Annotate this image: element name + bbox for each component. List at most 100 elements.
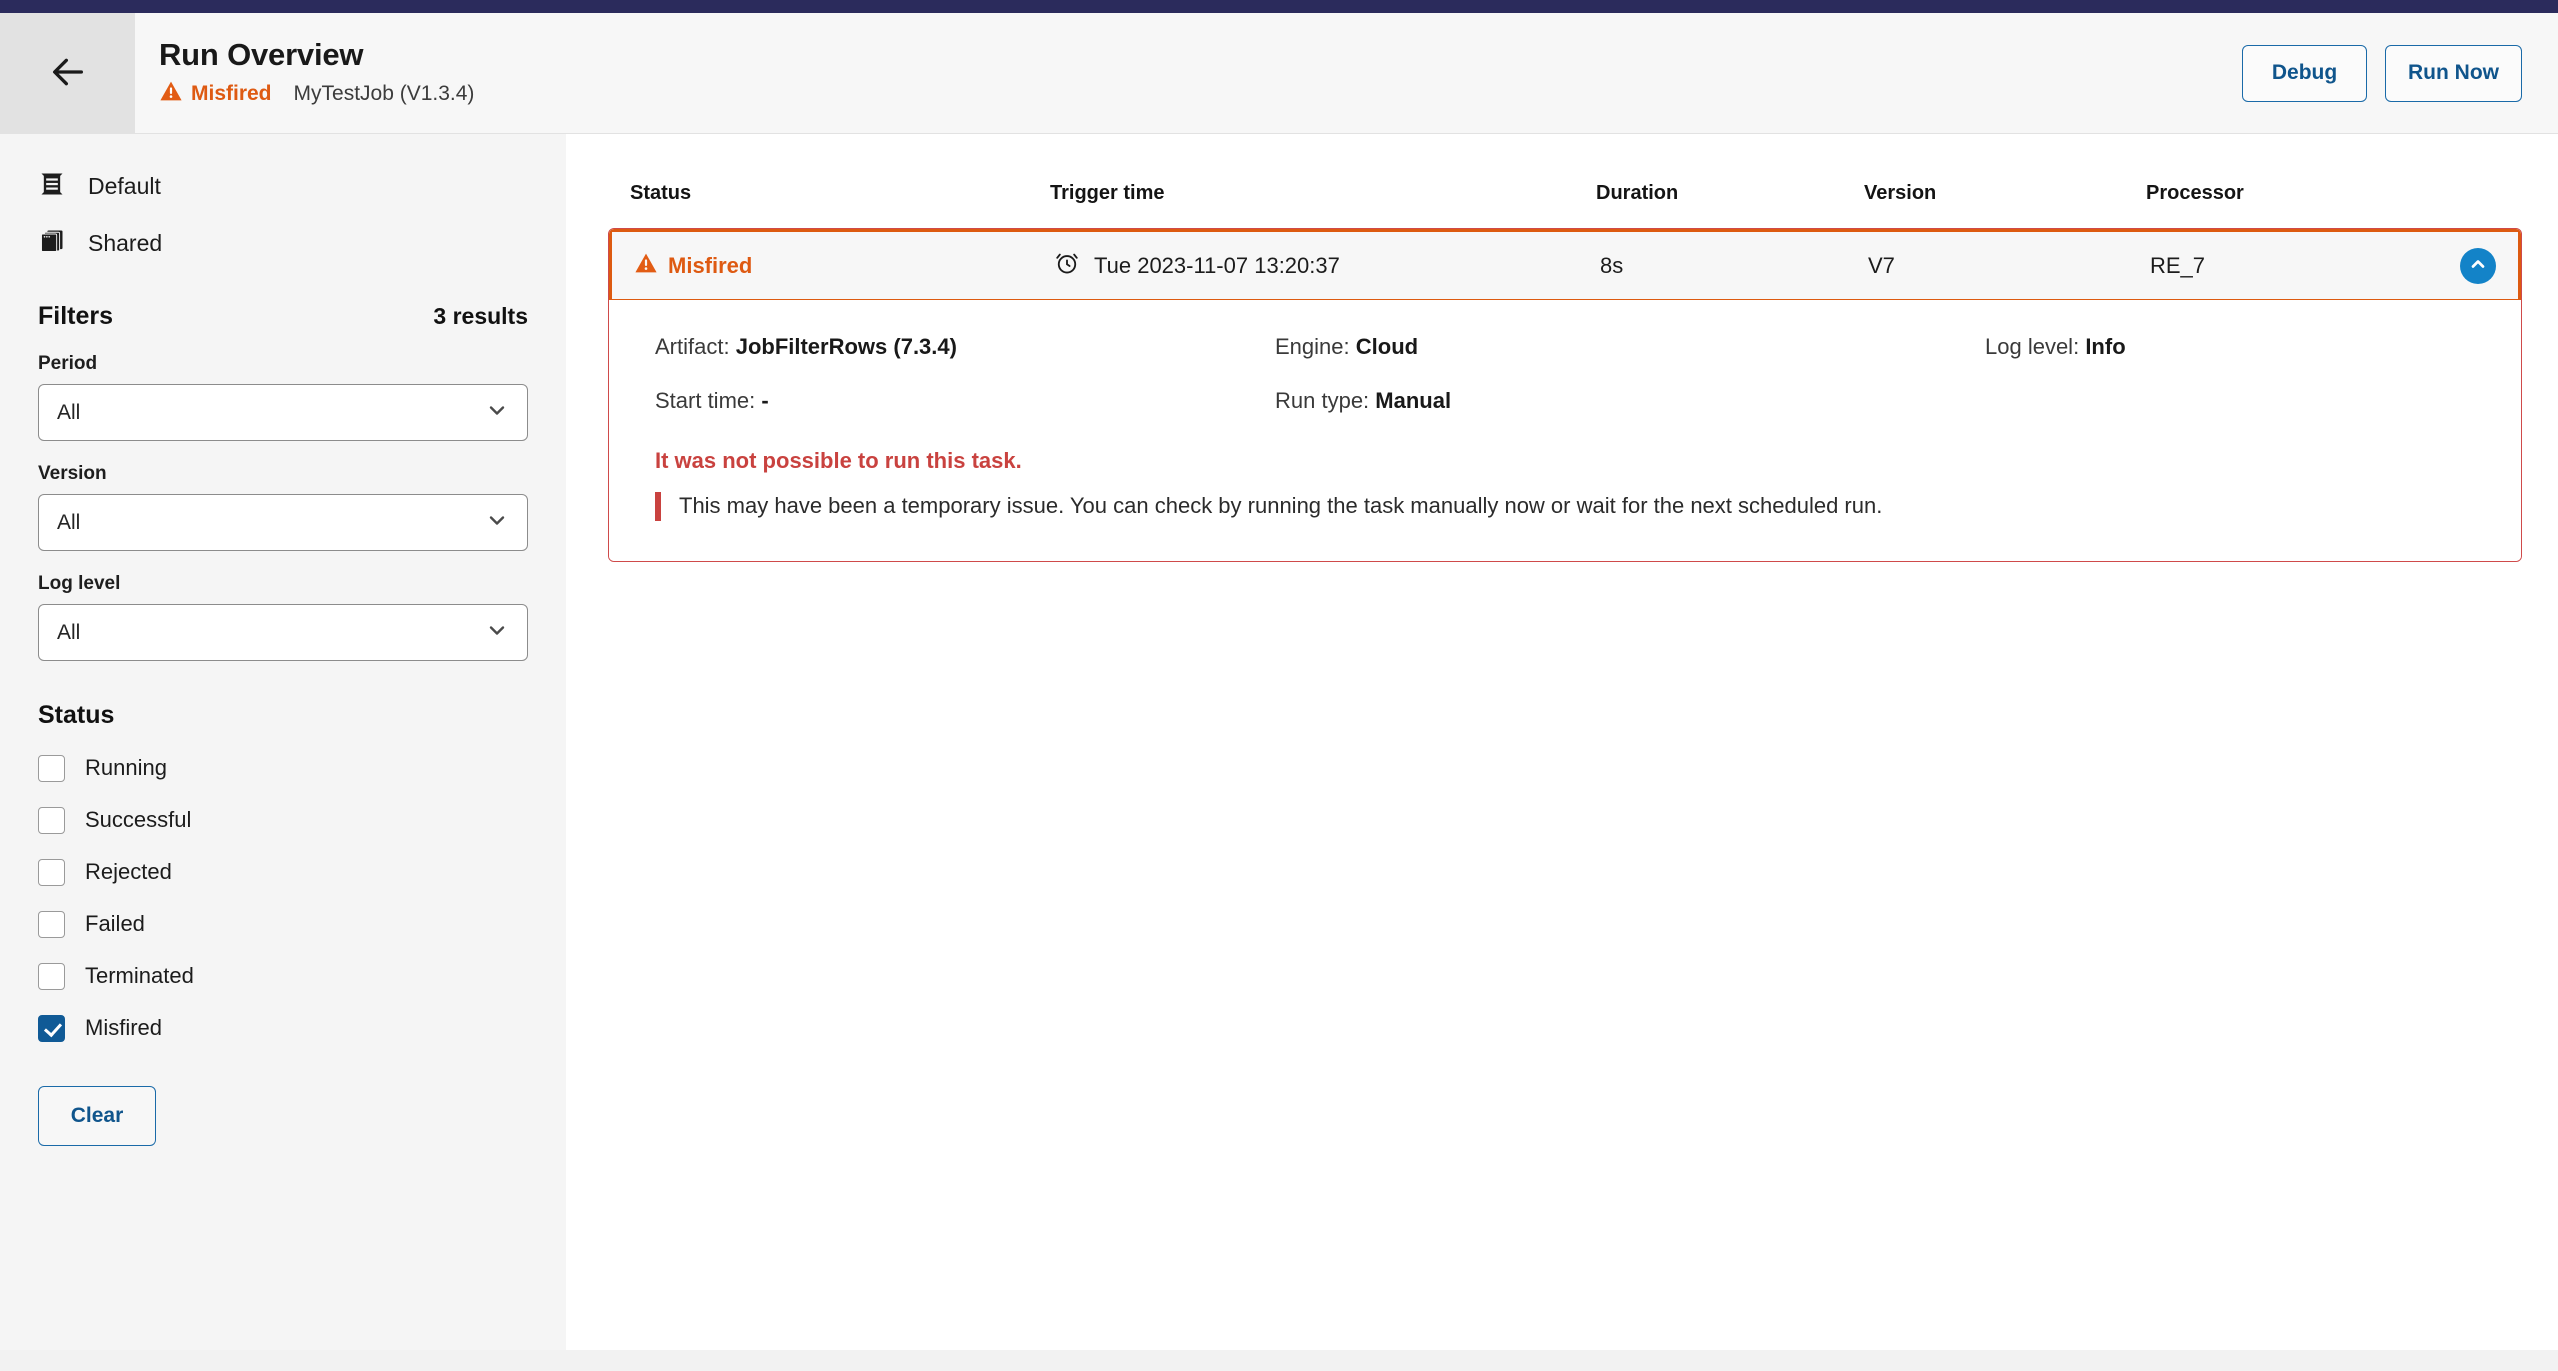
filter-version-select[interactable]: All <box>38 494 528 551</box>
column-header-version: Version <box>1864 181 1937 204</box>
checkbox-icon <box>38 962 65 990</box>
warning-triangle-icon <box>634 251 658 281</box>
sidebar-item-default[interactable]: Default <box>38 158 528 215</box>
status-checkbox-rejected-label: Rejected <box>85 859 172 884</box>
chevron-down-icon <box>485 398 509 427</box>
main-content: Status Trigger time Duration Version Pro… <box>566 134 2558 1350</box>
filter-log-level-label: Log level <box>38 573 121 594</box>
footer-strip <box>0 1350 2558 1371</box>
checkbox-icon <box>38 806 65 834</box>
clear-filters-button[interactable]: Clear <box>38 1086 156 1146</box>
row-version: V7 <box>1868 252 1895 278</box>
detail-run-type-value: Manual <box>1375 388 1452 413</box>
header-status-label: Misfired <box>191 82 272 106</box>
run-detail-meta-grid: Artifact: JobFilterRows (7.3.4) Engine: … <box>655 334 2475 414</box>
status-checkbox-failed[interactable]: Failed <box>38 898 528 950</box>
checkbox-icon <box>38 754 65 782</box>
status-checkbox-misfired[interactable]: Misfired <box>38 1002 528 1054</box>
status-checkbox-failed-label: Failed <box>85 911 145 936</box>
filters-title: Filters <box>38 302 114 330</box>
error-body: This may have been a temporary issue. Yo… <box>655 492 2475 521</box>
filter-period: Period All <box>38 353 528 441</box>
checkbox-checked-icon <box>38 1014 65 1042</box>
detail-engine: Engine: Cloud <box>1275 334 1985 360</box>
row-trigger-time-label: Tue 2023-11-07 13:20:37 <box>1094 252 1340 278</box>
filter-log-level-value: All <box>57 620 81 644</box>
chevron-up-icon <box>2468 254 2488 277</box>
detail-artifact-value: JobFilterRows (7.3.4) <box>735 334 957 359</box>
filter-version: Version All <box>38 463 528 551</box>
status-checkbox-rejected[interactable]: Rejected <box>38 846 528 898</box>
run-now-button[interactable]: Run Now <box>2385 44 2522 102</box>
filters-header: Filters 3 results <box>38 302 528 331</box>
status-filter-title: Status <box>38 701 115 729</box>
row-trigger-time: Tue 2023-11-07 13:20:37 <box>1054 250 1600 282</box>
table-header-row: Status Trigger time Duration Version Pro… <box>608 158 2522 228</box>
header-status-badge: Misfired <box>159 79 272 109</box>
header-subline: Misfired MyTestJob (V1.3.4) <box>159 79 2242 109</box>
row-processor: RE_7 <box>2150 252 2206 278</box>
header-job-name: MyTestJob (V1.3.4) <box>293 82 475 106</box>
detail-start-time: Start time: - <box>655 388 1275 414</box>
page-header: Run Overview Misfired MyTestJob (V1.3.4) <box>0 13 2558 134</box>
filter-version-label: Version <box>38 463 107 484</box>
list-view-icon <box>38 170 66 203</box>
detail-engine-label: Engine: <box>1275 334 1350 359</box>
filter-log-level: Log level All <box>38 573 528 661</box>
sidebar-item-shared[interactable]: Shared <box>38 215 528 272</box>
status-checkbox-running[interactable]: Running <box>38 742 528 794</box>
checkbox-icon <box>38 858 65 886</box>
column-header-status: Status <box>630 181 692 204</box>
detail-run-type: Run type: Manual <box>1275 388 1985 414</box>
run-detail-card: Misfired Tue 2023-11-07 13:20:37 8s V7 R… <box>608 228 2522 562</box>
error-title: It was not possible to run this task. <box>655 448 1022 473</box>
row-duration: 8s <box>1600 252 1624 278</box>
filter-period-label: Period <box>38 353 98 374</box>
column-header-trigger-time: Trigger time <box>1050 181 1165 204</box>
detail-artifact-label: Artifact: <box>655 334 730 359</box>
row-status-label: Misfired <box>668 252 753 278</box>
sidebar-item-shared-label: Shared <box>88 230 163 256</box>
checkbox-icon <box>38 910 65 938</box>
detail-run-type-label: Run type: <box>1275 388 1370 413</box>
run-detail-panel: Artifact: JobFilterRows (7.3.4) Engine: … <box>609 300 2521 561</box>
detail-log-level: Log level: Info <box>1985 334 2475 360</box>
alarm-clock-icon <box>1054 250 1080 282</box>
collapse-row-button[interactable] <box>2460 247 2496 284</box>
back-button[interactable] <box>0 13 135 133</box>
warning-triangle-icon <box>159 79 183 109</box>
debug-button[interactable]: Debug <box>2242 44 2368 102</box>
status-checkbox-terminated-label: Terminated <box>85 963 194 988</box>
detail-log-level-label: Log level: <box>1985 334 2080 359</box>
filter-period-value: All <box>57 400 81 424</box>
chevron-down-icon <box>485 618 509 647</box>
column-header-duration: Duration <box>1596 181 1679 204</box>
detail-start-time-value: - <box>761 388 769 413</box>
detail-spacer <box>1985 388 2475 414</box>
column-header-processor: Processor <box>2146 181 2244 204</box>
status-checkbox-successful-label: Successful <box>85 807 192 832</box>
detail-artifact: Artifact: JobFilterRows (7.3.4) <box>655 334 1275 360</box>
status-checkbox-misfired-label: Misfired <box>85 1015 163 1040</box>
status-checkbox-terminated[interactable]: Terminated <box>38 950 528 1002</box>
status-checkbox-running-label: Running <box>85 755 167 780</box>
sidebar-item-default-label: Default <box>88 173 161 199</box>
filter-version-value: All <box>57 510 81 534</box>
stacked-cards-icon <box>38 227 66 260</box>
detail-log-level-value: Info <box>2085 334 2126 359</box>
chevron-down-icon <box>485 508 509 537</box>
results-count: 3 results <box>433 303 528 329</box>
detail-start-time-label: Start time: <box>655 388 756 413</box>
top-navy-bar <box>0 0 2558 13</box>
back-arrow-icon <box>48 52 88 95</box>
page-title: Run Overview <box>159 36 364 72</box>
filter-period-select[interactable]: All <box>38 384 528 441</box>
header-actions: Debug Run Now <box>2242 13 2558 133</box>
status-checkbox-successful[interactable]: Successful <box>38 794 528 846</box>
app-root: Run Overview Misfired MyTestJob (V1.3.4) <box>0 0 2558 1371</box>
table-row[interactable]: Misfired Tue 2023-11-07 13:20:37 8s V7 R… <box>609 228 2521 300</box>
detail-engine-value: Cloud <box>1355 334 1419 359</box>
sidebar: Default Shared Filters 3 results Period … <box>0 134 566 1350</box>
row-status: Misfired <box>634 251 1054 281</box>
filter-log-level-select[interactable]: All <box>38 604 528 661</box>
